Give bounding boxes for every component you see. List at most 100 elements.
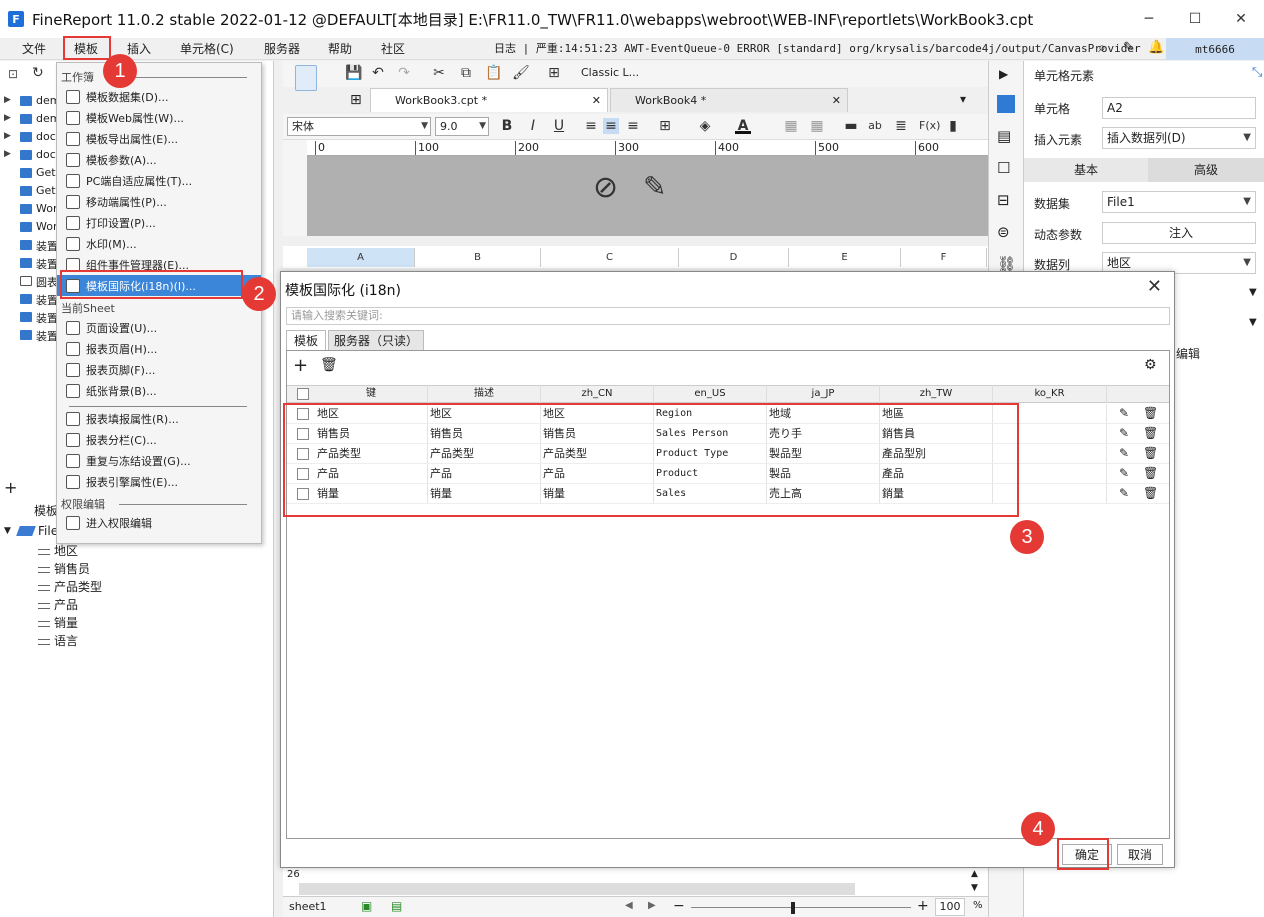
font-size-select[interactable]: 9.0 ▼ xyxy=(435,117,489,136)
zoom-value[interactable]: 100 xyxy=(935,898,965,916)
collapse-icon[interactable]: ⤡ xyxy=(1252,65,1262,80)
tree-item[interactable]: Wor xyxy=(0,200,57,218)
style-selector[interactable]: Classic L... xyxy=(581,66,639,79)
inject-button[interactable]: 注入 xyxy=(1102,222,1256,244)
design-canvas[interactable]: ⊘ ✎ xyxy=(283,156,988,236)
tab-list-icon[interactable]: ▾ xyxy=(960,92,966,106)
fill-color-icon[interactable]: ◈ xyxy=(697,118,713,134)
tab-close-icon[interactable]: ✕ xyxy=(592,94,601,107)
barcode-icon[interactable]: ▬ xyxy=(843,118,859,134)
cell-attr-icon[interactable]: ▤ xyxy=(997,127,1011,145)
settings-gear-icon[interactable]: ⚙ xyxy=(1144,357,1157,373)
tab-template[interactable]: 模板 xyxy=(286,330,326,350)
search-icon[interactable]: ⌕ xyxy=(1098,40,1106,56)
menu-item[interactable]: 报表填报属性(R)... xyxy=(57,408,261,429)
next-icon[interactable]: ▶ xyxy=(648,900,656,911)
column-header[interactable]: A xyxy=(307,248,415,267)
undo-icon[interactable]: ↶ xyxy=(370,65,386,81)
save-icon[interactable]: 💾 xyxy=(345,65,362,81)
refresh-icon[interactable]: ↻ xyxy=(32,65,44,81)
tree-item[interactable]: 装置 xyxy=(0,326,58,344)
tree-item[interactable]: 装置 xyxy=(0,236,58,254)
tab-advanced[interactable]: 高级 xyxy=(1148,158,1264,182)
column-header[interactable]: B xyxy=(415,248,541,267)
menu-file[interactable]: 文件 xyxy=(18,40,50,58)
menu-item[interactable]: 报表引擎属性(E)... xyxy=(57,471,261,492)
tree-item[interactable]: ▶ doc xyxy=(0,128,56,146)
menu-item[interactable]: 水印(M)... xyxy=(57,233,261,254)
horizontal-scrollbar[interactable] xyxy=(299,883,855,895)
delete-row-icon[interactable]: 🗑 xyxy=(1143,446,1158,460)
delete-row-icon[interactable]: 🗑 xyxy=(1143,426,1158,440)
menu-help[interactable]: 帮助 xyxy=(324,40,356,58)
tree-item[interactable]: ▶ dem xyxy=(0,92,60,110)
column-header[interactable]: F xyxy=(901,248,987,267)
delete-row-icon[interactable]: 🗑 xyxy=(1143,406,1158,420)
menu-item[interactable]: 重复与冻结设置(G)... xyxy=(57,450,261,471)
menu-server[interactable]: 服务器 xyxy=(260,40,304,58)
text-icon[interactable]: ab xyxy=(867,118,883,134)
expand-icon[interactable]: ▼ xyxy=(4,526,11,536)
tab-server-readonly[interactable]: 服务器（只读） xyxy=(328,330,424,350)
menu-community[interactable]: 社区 xyxy=(377,40,409,58)
paragraph-icon[interactable]: ≣ xyxy=(893,118,909,134)
scroll-down-icon[interactable]: ▼ xyxy=(971,883,978,893)
pencil-icon[interactable]: ✎ xyxy=(643,170,666,203)
column-header[interactable]: D xyxy=(679,248,789,267)
expand-arrow-icon[interactable]: ▶ xyxy=(4,113,11,123)
delete-icon[interactable]: 🗑 xyxy=(320,357,338,373)
edit-pencil-icon[interactable]: ✎ xyxy=(1117,466,1131,480)
edit-pencil-icon[interactable]: ✎ xyxy=(1117,446,1131,460)
dropdown-arrow-icon[interactable]: ▼ xyxy=(1249,317,1257,328)
field-item[interactable]: 语言 xyxy=(38,632,78,649)
tree-item[interactable]: 装置 xyxy=(0,308,58,326)
tree-item[interactable]: Wor xyxy=(0,218,57,236)
expand-arrow-icon[interactable]: ▶ xyxy=(4,131,11,141)
cut-icon[interactable]: ✂ xyxy=(431,65,447,81)
menu-item[interactable]: 打印设置(P)... xyxy=(57,212,261,233)
zoom-in-icon[interactable]: + xyxy=(917,898,929,914)
zoom-slider[interactable] xyxy=(691,907,911,908)
condition-icon[interactable]: ⊜ xyxy=(997,223,1010,241)
hide-eye-icon[interactable]: ⊘ xyxy=(593,170,618,205)
insert-icon[interactable]: ⊞ xyxy=(546,65,562,81)
menu-item[interactable]: 报表页眉(H)... xyxy=(57,338,261,359)
add-form-icon[interactable]: ▤ xyxy=(391,899,402,913)
expand-arrow-icon[interactable]: ▶ xyxy=(4,95,11,105)
menu-cell[interactable]: 单元格(C) xyxy=(176,40,238,58)
underline-icon[interactable]: U xyxy=(551,118,567,134)
tree-item[interactable]: Get xyxy=(0,182,56,200)
float-element-icon[interactable]: ☐ xyxy=(997,159,1010,177)
scroll-up-icon[interactable]: ▲ xyxy=(971,869,978,879)
expand-arrow-icon[interactable]: ▶ xyxy=(4,149,11,159)
close-window-button[interactable]: ✕ xyxy=(1218,0,1264,38)
field-item[interactable]: 地区 xyxy=(38,542,78,559)
menu-item[interactable]: 模板导出属性(E)... xyxy=(57,128,261,149)
expand-arrow-icon[interactable]: ▶ xyxy=(999,67,1008,81)
select-all-checkbox[interactable] xyxy=(297,388,309,400)
zoom-thumb[interactable] xyxy=(791,902,795,914)
edit-doc-icon[interactable]: ✎ xyxy=(1123,40,1134,55)
add-row-icon[interactable]: + xyxy=(293,357,308,375)
add-sheet-icon[interactable]: ▣ xyxy=(361,899,372,913)
menu-item[interactable]: 报表页脚(F)... xyxy=(57,359,261,380)
bold-icon[interactable]: B xyxy=(499,118,515,134)
new-folder-icon[interactable]: ⊡ xyxy=(8,67,18,81)
minimize-button[interactable]: ─ xyxy=(1126,0,1172,38)
tree-item[interactable]: ▶ dem xyxy=(0,110,60,128)
copy-icon[interactable]: ⧉ xyxy=(458,65,474,81)
user-badge[interactable]: mt6666 xyxy=(1166,38,1264,60)
menu-item[interactable]: 模板数据集(D)... xyxy=(57,86,261,107)
tab-basic[interactable]: 基本 xyxy=(1024,158,1148,182)
tab-workbook3[interactable]: WorkBook3.cpt * ✕ xyxy=(370,88,608,112)
widget-icon[interactable]: ⊟ xyxy=(997,191,1010,209)
column-header[interactable]: E xyxy=(789,248,901,267)
bell-icon[interactable]: 🔔 xyxy=(1148,40,1164,55)
font-select[interactable]: 宋体 ▼ xyxy=(287,117,431,136)
dataset-select[interactable]: File1 ▼ xyxy=(1102,191,1256,213)
menu-item[interactable]: 进入权限编辑 xyxy=(57,512,261,533)
paste-icon[interactable]: 📋 xyxy=(485,65,502,81)
menu-item[interactable]: PC端自适应属性(T)... xyxy=(57,170,261,191)
tree-item[interactable]: 装置 xyxy=(0,254,58,272)
font-color-icon[interactable]: A xyxy=(735,118,751,134)
